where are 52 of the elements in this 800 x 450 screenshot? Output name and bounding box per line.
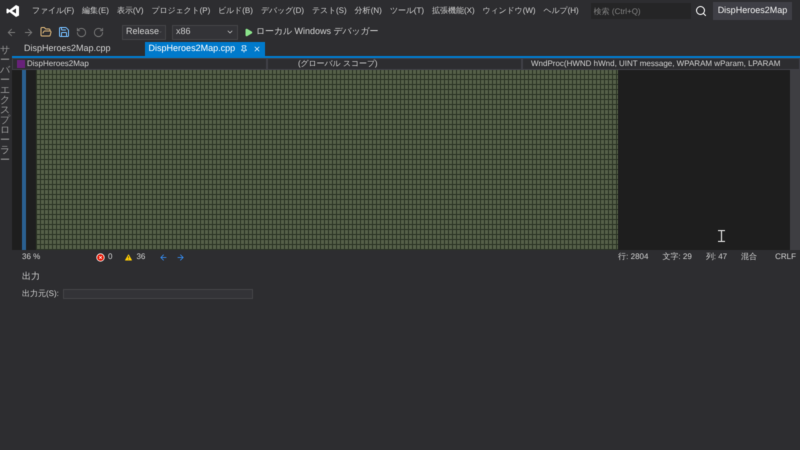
forward-icon[interactable] [23,26,34,38]
line-ending[interactable]: CRLF [775,251,796,263]
search-field[interactable]: 検索 (Ctrl+Q) [590,3,691,19]
debugger-button[interactable]: ローカル Windows デバッガー [244,25,379,39]
member-dropdown[interactable]: WndProc(HWND hWnd, UINT message, WPARAM wParam, LPARAM [522,58,800,70]
output-title: 出力 [22,270,41,283]
logo-icon [6,4,20,18]
configuration-dropdown[interactable]: Release [122,24,166,40]
menu-item[interactable]: 表示(V) [112,5,148,17]
menu-item[interactable]: テスト(S) [308,5,351,17]
file-tab[interactable]: DispHeroes2Map.cpp [144,42,266,56]
menu-item[interactable]: 拡張機能(X) [428,5,479,17]
platform-dropdown[interactable]: x86 [172,24,238,40]
back-icon[interactable] [159,252,168,262]
output-source-label: 出力元(S): [22,288,59,300]
menu-item[interactable]: デバッグ(D) [256,5,308,17]
character-number: 文字: 29 [662,251,692,263]
window-title: DispHeroes2Map [712,2,792,20]
scope-dropdown[interactable]: (グローバル スコープ) [267,58,522,70]
menu-item[interactable]: 編集(E) [78,5,113,17]
menu-item[interactable]: ウィンドウ(W) [478,5,540,17]
menu-item[interactable]: プロジェクト(P) [148,5,214,17]
warning-icon[interactable] [124,252,134,262]
side-panel-tab[interactable]: サーバーエクスプローラー [0,42,12,450]
line-number: 行: 2804 [618,251,648,263]
back-icon[interactable] [6,26,17,38]
search-icon[interactable] [694,5,707,17]
zoom-level[interactable]: 36 % [22,251,56,263]
folder-icon[interactable] [40,26,52,38]
scrollbar[interactable] [790,70,800,250]
error-count[interactable]: 0 [108,251,112,263]
forward-icon[interactable] [176,252,186,262]
menu-item[interactable]: ツール(T) [386,5,428,17]
warning-count[interactable]: 36 [136,251,146,263]
error-icon[interactable] [96,252,105,262]
text-cursor-icon [718,230,725,242]
play-icon [244,28,253,36]
column-number: 列: 47 [706,251,728,263]
caret-icon [226,28,234,36]
project-icon [17,60,25,68]
indent-mode[interactable]: 混合 [741,251,758,263]
file-tab[interactable]: DispHeroes2Map.cpp [12,42,123,56]
menu-item[interactable]: ファイル(F) [28,5,78,17]
menu-item[interactable]: 分析(N) [350,5,386,17]
close-icon[interactable] [253,45,262,53]
menu-item[interactable]: ビルド(B) [214,5,257,17]
menu-item[interactable]: ヘルプ(H) [540,5,583,17]
redo-icon[interactable] [93,26,104,38]
save-icon[interactable] [58,26,70,38]
project-dropdown[interactable]: DispHeroes2Map [12,58,267,70]
undo-icon[interactable] [76,26,87,38]
pin-icon[interactable] [240,45,248,53]
